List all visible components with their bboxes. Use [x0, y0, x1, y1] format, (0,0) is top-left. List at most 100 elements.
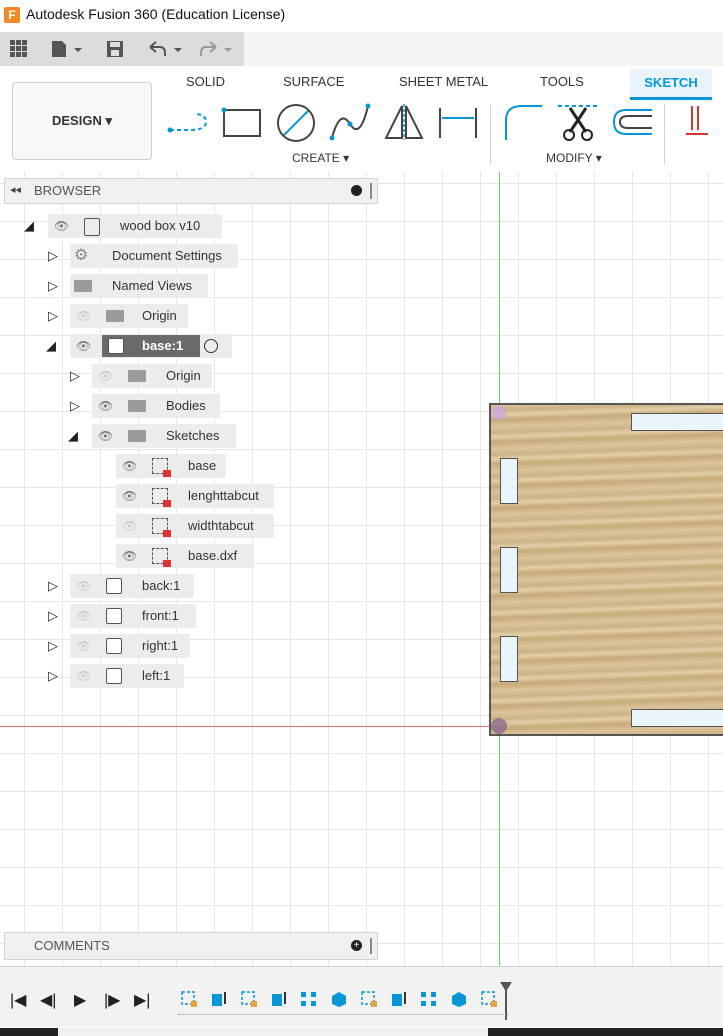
create-menu[interactable]: CREATE ▾	[292, 151, 349, 165]
tree-item-named-views[interactable]: Named Views	[70, 274, 208, 298]
fillet-tool-icon[interactable]	[502, 102, 542, 142]
go-to-start-icon[interactable]: |◀	[10, 990, 26, 1010]
expand-icon[interactable]: ▷	[48, 668, 58, 684]
tab-surface[interactable]: SURFACE	[283, 74, 344, 89]
eye-hidden-icon[interactable]: 👁	[76, 574, 91, 598]
collapse-panel-icon[interactable]: ◂◂	[10, 183, 21, 196]
add-comment-icon[interactable]: +	[351, 940, 362, 951]
tree-item-sketches[interactable]: 👁 Sketches	[92, 424, 236, 448]
expand-icon[interactable]: ▷	[48, 308, 58, 324]
eye-icon[interactable]: 👁	[76, 334, 91, 358]
tree-item-back[interactable]: 👁 back:1	[70, 574, 194, 598]
tree-item-sketch-widthtabcut[interactable]: 👁 widthtabcut	[116, 514, 274, 538]
expand-icon[interactable]: ▷	[48, 248, 58, 264]
eye-icon[interactable]: 👁	[122, 484, 137, 508]
tree-item-right[interactable]: 👁 right:1	[70, 634, 190, 658]
play-icon[interactable]: ▶	[74, 990, 86, 1010]
eye-icon[interactable]: 👁	[98, 394, 113, 418]
timeline-extrude-icon[interactable]	[390, 990, 406, 1006]
origin-point[interactable]	[491, 718, 507, 734]
constraint-tool-icon[interactable]	[684, 102, 723, 142]
eye-hidden-icon[interactable]: 👁	[76, 604, 91, 628]
mirror-tool-icon[interactable]	[382, 102, 424, 142]
toolbar-spacer	[244, 32, 723, 66]
dimension-tool-icon[interactable]	[436, 102, 477, 142]
tree-item-document-settings[interactable]: ⚙ Document Settings	[70, 244, 238, 268]
rectangle-tool-icon[interactable]	[220, 102, 261, 142]
workspace-switcher[interactable]: DESIGN ▾	[12, 82, 152, 160]
tree-item-label: Named Views	[112, 278, 192, 293]
timeline-sketch-icon[interactable]	[240, 990, 257, 1007]
step-forward-icon[interactable]: |▶	[104, 990, 120, 1010]
expand-icon[interactable]: ▷	[70, 398, 80, 414]
tree-item-base-origin[interactable]: 👁 Origin	[92, 364, 212, 388]
tab-sketch[interactable]: SKETCH	[630, 69, 712, 100]
tree-item-label: back:1	[142, 578, 181, 593]
tab-tools[interactable]: TOOLS	[540, 74, 584, 89]
panel-resize-handle[interactable]	[370, 938, 372, 954]
eye-hidden-icon[interactable]: 👁	[76, 634, 91, 658]
tab-solid[interactable]: SOLID	[186, 74, 225, 89]
tab-slot	[500, 636, 518, 682]
collapse-icon[interactable]: ◢	[46, 338, 56, 354]
timeline-extrude-icon[interactable]	[210, 990, 226, 1006]
eye-hidden-icon[interactable]: 👁	[122, 514, 137, 538]
eye-icon[interactable]: 👁	[122, 544, 137, 568]
expand-icon[interactable]: ▷	[70, 368, 80, 384]
collapse-icon[interactable]: ◢	[24, 218, 34, 234]
timeline-body-icon[interactable]	[450, 990, 466, 1007]
timeline-extrude-icon[interactable]	[270, 990, 286, 1006]
activate-radio-icon[interactable]	[204, 339, 218, 353]
apps-grid-icon[interactable]	[10, 40, 28, 58]
eye-hidden-icon[interactable]: 👁	[76, 664, 91, 688]
spline-tool-icon[interactable]	[328, 102, 371, 142]
sketch-icon	[152, 518, 171, 537]
timeline-track	[178, 1014, 508, 1016]
tree-item-bodies[interactable]: 👁 Bodies	[92, 394, 220, 418]
tree-item-origin[interactable]: 👁 Origin	[70, 304, 188, 328]
tree-item-label: front:1	[142, 608, 179, 623]
go-to-end-icon[interactable]: ▶|	[134, 990, 150, 1010]
file-icon[interactable]	[50, 40, 84, 58]
browser-root-node[interactable]: 👁 wood box v10	[48, 214, 222, 238]
undo-icon[interactable]	[146, 40, 186, 58]
line-tool-icon[interactable]	[166, 102, 208, 142]
save-icon[interactable]	[106, 40, 124, 58]
eye-icon[interactable]: 👁	[54, 214, 69, 238]
redo-icon[interactable]	[196, 40, 236, 58]
timeline-body-icon[interactable]	[330, 990, 346, 1007]
expand-icon[interactable]: ▷	[48, 578, 58, 594]
wood-base-body[interactable]	[489, 403, 723, 736]
modify-menu[interactable]: MODIFY ▾	[546, 151, 602, 165]
root-label: wood box v10	[120, 218, 201, 233]
ribbon-divider	[490, 104, 491, 164]
timeline-pattern-icon[interactable]	[420, 990, 436, 1006]
eye-icon[interactable]: 👁	[122, 454, 137, 478]
tree-item-left[interactable]: 👁 left:1	[70, 664, 184, 688]
pin-icon[interactable]	[351, 185, 362, 196]
trim-tool-icon[interactable]	[556, 102, 598, 142]
eye-icon[interactable]: 👁	[98, 424, 113, 448]
sketch-point[interactable]	[492, 406, 506, 420]
timeline-sketch-icon[interactable]	[180, 990, 197, 1007]
timeline-sketch-icon[interactable]	[480, 990, 497, 1007]
eye-hidden-icon[interactable]: 👁	[76, 304, 91, 328]
tree-item-sketch-base-dxf[interactable]: 👁 base.dxf	[116, 544, 254, 568]
expand-icon[interactable]: ▷	[48, 638, 58, 654]
tree-item-sketch-base[interactable]: 👁 base	[116, 454, 226, 478]
tree-item-front[interactable]: 👁 front:1	[70, 604, 196, 628]
offset-tool-icon[interactable]	[610, 102, 652, 142]
circle-tool-icon[interactable]	[274, 102, 315, 142]
expand-icon[interactable]: ▷	[48, 608, 58, 624]
component-icon	[106, 578, 122, 594]
tree-item-base-component[interactable]: 👁 base:1	[70, 334, 232, 358]
step-back-icon[interactable]: ◀|	[40, 990, 56, 1010]
tree-item-sketch-lenghttabcut[interactable]: 👁 lenghttabcut	[116, 484, 274, 508]
panel-resize-handle[interactable]	[370, 183, 372, 199]
eye-hidden-icon[interactable]: 👁	[98, 364, 113, 388]
tab-sheet-metal[interactable]: SHEET METAL	[399, 74, 488, 89]
timeline-pattern-icon[interactable]	[300, 990, 316, 1006]
timeline-sketch-icon[interactable]	[360, 990, 377, 1007]
collapse-icon[interactable]: ◢	[68, 428, 78, 444]
expand-icon[interactable]: ▷	[48, 278, 58, 294]
